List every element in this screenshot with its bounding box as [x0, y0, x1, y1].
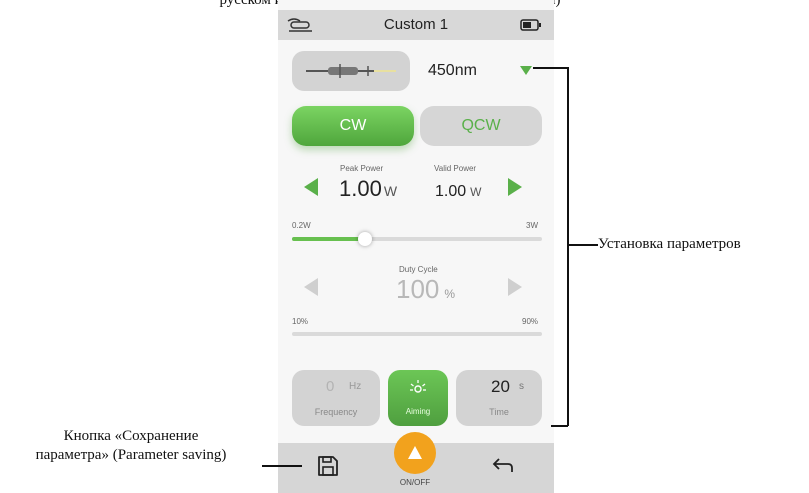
wavelength-value: 450nm	[428, 62, 477, 79]
top-bar: Custom 1	[278, 10, 554, 40]
peak-power-unit: W	[383, 183, 398, 199]
bracket-pointer-line	[568, 244, 598, 246]
valid-power-label: Valid Power	[434, 164, 477, 173]
parameter-settings-callout: Установка параметров	[598, 236, 741, 252]
save-callout-line2: параметра» (Parameter saving)	[35, 447, 227, 463]
aiming-button[interactable]: Aiming	[388, 370, 448, 426]
aiming-label: Aiming	[405, 407, 431, 416]
duty-decrease-icon[interactable]	[304, 278, 318, 296]
frequency-label: Frequency	[314, 407, 358, 417]
duty-max-label: 90%	[522, 317, 539, 326]
sun-icon	[410, 380, 426, 393]
mode-cw-button[interactable]: CW	[292, 106, 414, 146]
valid-power-readout: 1.00 W	[435, 181, 481, 203]
valid-power-value: 1.00	[435, 183, 467, 200]
device-screen: Custom 1 450nm CW QCW Peak Power Valid P…	[278, 0, 554, 493]
frequency-value: 0	[326, 378, 335, 395]
duty-increase-icon[interactable]	[508, 278, 522, 296]
peak-power-value: 1.00	[339, 176, 382, 201]
undo-arrow-icon[interactable]	[491, 456, 515, 478]
power-slider-knob[interactable]	[357, 232, 372, 246]
duty-slider-track[interactable]	[292, 332, 542, 336]
wavelength-dropdown-icon[interactable]	[520, 66, 532, 75]
triangle-up-icon	[408, 446, 422, 459]
fiber-handpiece-icon	[287, 18, 312, 32]
time-button[interactable]: 20 s Time	[456, 370, 542, 426]
bracket-bottom-line	[551, 425, 568, 427]
power-max-label: 3W	[526, 221, 538, 230]
duty-min-label: 10%	[292, 317, 309, 326]
power-min-label: 0.2W	[292, 221, 311, 230]
screen-title: Custom 1	[383, 16, 449, 33]
on-off-button[interactable]	[394, 432, 436, 474]
duty-cycle-label: Duty Cycle	[399, 265, 438, 274]
duty-cycle-value: 100	[396, 274, 440, 304]
battery-icon	[520, 19, 541, 31]
on-off-label: ON/OFF	[399, 478, 431, 487]
fiber-selector[interactable]	[292, 51, 410, 91]
save-icon[interactable]	[316, 454, 340, 478]
bracket-top-line	[533, 67, 568, 69]
frequency-unit: Hz	[349, 381, 362, 392]
fiber-handpiece-icon	[306, 64, 396, 78]
power-increase-icon[interactable]	[508, 178, 522, 196]
peak-power-label: Peak Power	[340, 164, 384, 173]
time-unit: s	[519, 381, 524, 392]
save-callout-line	[262, 465, 302, 467]
peak-power-readout: 1.00 W	[339, 176, 397, 204]
mode-qcw-button[interactable]: QCW	[420, 106, 542, 146]
power-slider-fill	[292, 237, 365, 241]
duty-cycle-unit: %	[444, 287, 456, 301]
time-label: Time	[489, 407, 509, 417]
valid-power-unit: W	[470, 185, 482, 199]
bracket-vertical-line	[567, 67, 569, 426]
power-decrease-icon[interactable]	[304, 178, 318, 196]
frequency-button[interactable]: 0 Hz Frequency	[292, 370, 380, 426]
duty-cycle-readout: 100%	[396, 274, 455, 309]
time-value: 20	[491, 377, 510, 396]
save-callout-line1: Кнопка «Сохранение	[63, 428, 199, 444]
